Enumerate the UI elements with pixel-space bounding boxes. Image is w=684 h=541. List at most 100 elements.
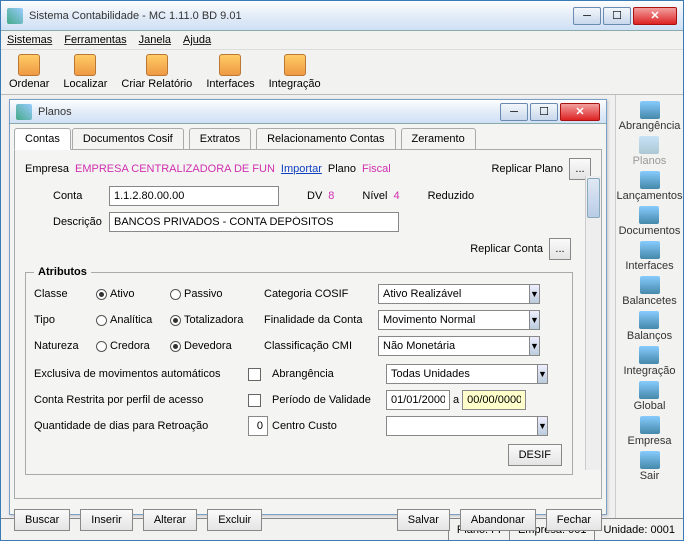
tb-ordenar[interactable]: Ordenar [9,54,49,90]
tab-documentos-cosif[interactable]: Documentos Cosif [72,128,184,150]
tab-contas[interactable]: Contas [14,128,71,150]
panel-scrollbar[interactable] [585,176,601,470]
entries-icon [640,171,660,189]
rb-documentos[interactable]: Documentos [619,206,681,237]
menu-ajuda[interactable]: Ajuda [183,34,211,46]
rb-empresa[interactable]: Empresa [627,416,671,447]
chevron-down-icon[interactable]: ▼ [529,284,540,304]
fechar-button[interactable]: Fechar [546,509,602,531]
tab-relacionamento[interactable]: Relacionamento Contas [256,128,395,150]
centro-label: Centro Custo [272,420,382,432]
natureza-devedora-radio[interactable]: Devedora [170,340,260,352]
abrangencia-label: Abrangência [272,368,382,380]
app-title: Sistema Contabilidade - MC 1.11.0 BD 9.0… [29,10,573,22]
planos-titlebar[interactable]: Planos ─ ☐ ✕ [10,100,606,124]
atributos-fieldset: Atributos Classe Ativo Passivo Categoria… [25,266,573,475]
classe-passivo-radio[interactable]: Passivo [170,288,260,300]
main-titlebar[interactable]: Sistema Contabilidade - MC 1.11.0 BD 9.0… [1,1,683,31]
tab-panel: Empresa EMPRESA CENTRALIZADORA DE FUN Im… [14,149,602,499]
rb-balancetes[interactable]: Balancetes [622,276,676,307]
chevron-down-icon[interactable]: ▼ [529,310,540,330]
rb-global[interactable]: Global [634,381,666,412]
exclusiva-checkbox[interactable] [248,368,261,381]
abrangencia-combo[interactable]: ▼ [386,364,526,384]
interfaces-icon [219,54,241,76]
rb-balancos[interactable]: Balanços [627,311,672,342]
categoria-label: Categoria COSIF [264,288,374,300]
empresa-label: Empresa [25,163,69,175]
rb-sair[interactable]: Sair [640,451,660,482]
mdi-maximize-button[interactable]: ☐ [530,103,558,121]
integration-icon [284,54,306,76]
scroll-thumb[interactable] [587,178,600,218]
natureza-credora-radio[interactable]: Credora [96,340,166,352]
desif-button[interactable]: DESIF [508,444,562,466]
action-buttons: Buscar Inserir Alterar Excluir Salvar Ab… [10,503,606,537]
tabs: Contas Documentos Cosif Extratos Relacio… [10,124,606,149]
importar-link[interactable]: Importar [281,163,322,175]
salvar-button[interactable]: Salvar [397,509,450,531]
nivel-label: Nível [362,190,387,202]
mdi-minimize-button[interactable]: ─ [500,103,528,121]
rb-abrangencia[interactable]: Abrangência [619,101,681,132]
chevron-down-icon[interactable]: ▼ [537,364,548,384]
periodo-to-input[interactable] [462,390,526,410]
periodo-sep: a [453,394,459,406]
tipo-label: Tipo [34,314,92,326]
plano-value: Fiscal [362,163,391,175]
descricao-input[interactable] [109,212,399,232]
inserir-button[interactable]: Inserir [80,509,133,531]
restrita-checkbox[interactable] [248,394,261,407]
conta-label: Conta [53,190,103,202]
rb-interfaces[interactable]: Interfaces [625,241,673,272]
tipo-analitica-radio[interactable]: Analítica [96,314,166,326]
maximize-button[interactable]: ☐ [603,7,631,25]
menu-ferramentas[interactable]: Ferramentas [64,34,126,46]
tb-localizar[interactable]: Localizar [63,54,107,90]
exit-icon [640,451,660,469]
tipo-totalizadora-radio[interactable]: Totalizadora [170,314,260,326]
chevron-down-icon[interactable]: ▼ [537,416,548,436]
dv-value: 8 [328,190,334,202]
tab-zeramento[interactable]: Zeramento [401,128,476,150]
conta-input[interactable] [109,186,279,206]
tb-relatorio[interactable]: Criar Relatório [121,54,192,90]
classif-combo[interactable]: ▼ [378,336,518,356]
exclusiva-label: Exclusiva de movimentos automáticos [34,368,244,380]
global-icon [639,381,659,399]
planos-title: Planos [38,106,500,118]
status-unidade: Unidade: 0001 [594,519,683,540]
alterar-button[interactable]: Alterar [143,509,197,531]
empresa-value: EMPRESA CENTRALIZADORA DE FUN [75,163,275,175]
excluir-button[interactable]: Excluir [207,509,262,531]
chevron-down-icon[interactable]: ▼ [529,336,540,356]
periodo-from-input[interactable] [386,390,450,410]
rb-lancamentos[interactable]: Lançamentos [616,171,682,202]
finalidade-label: Finalidade da Conta [264,314,374,326]
descricao-label: Descrição [53,216,103,228]
retroacao-input[interactable] [248,416,268,436]
rb-integracao[interactable]: Integração [624,346,676,377]
tab-extratos[interactable]: Extratos [189,128,251,150]
tb-interfaces[interactable]: Interfaces [206,54,254,90]
categoria-combo[interactable]: ▼ [378,284,518,304]
minimize-button[interactable]: ─ [573,7,601,25]
rb-planos[interactable]: Planos [633,136,667,167]
replicar-conta-button[interactable]: ... [549,238,571,260]
close-button[interactable]: ✕ [633,7,677,25]
radio-dot-icon [170,341,181,352]
atributos-legend: Atributos [34,266,91,278]
classe-ativo-radio[interactable]: Ativo [96,288,166,300]
replicar-conta-label: Replicar Conta [470,243,543,255]
tb-integracao[interactable]: Integração [269,54,321,90]
mdi-close-button[interactable]: ✕ [560,103,600,121]
centro-combo[interactable]: ▼ [386,416,526,436]
menu-sistemas[interactable]: Sistemas [7,34,52,46]
planos-icon [16,104,32,120]
buscar-button[interactable]: Buscar [14,509,70,531]
retroacao-label: Quantidade de dias para Retroação [34,420,244,432]
finalidade-combo[interactable]: ▼ [378,310,518,330]
abandonar-button[interactable]: Abandonar [460,509,536,531]
menu-janela[interactable]: Janela [139,34,171,46]
right-sidebar: Abrangência Planos Lançamentos Documento… [615,95,683,518]
